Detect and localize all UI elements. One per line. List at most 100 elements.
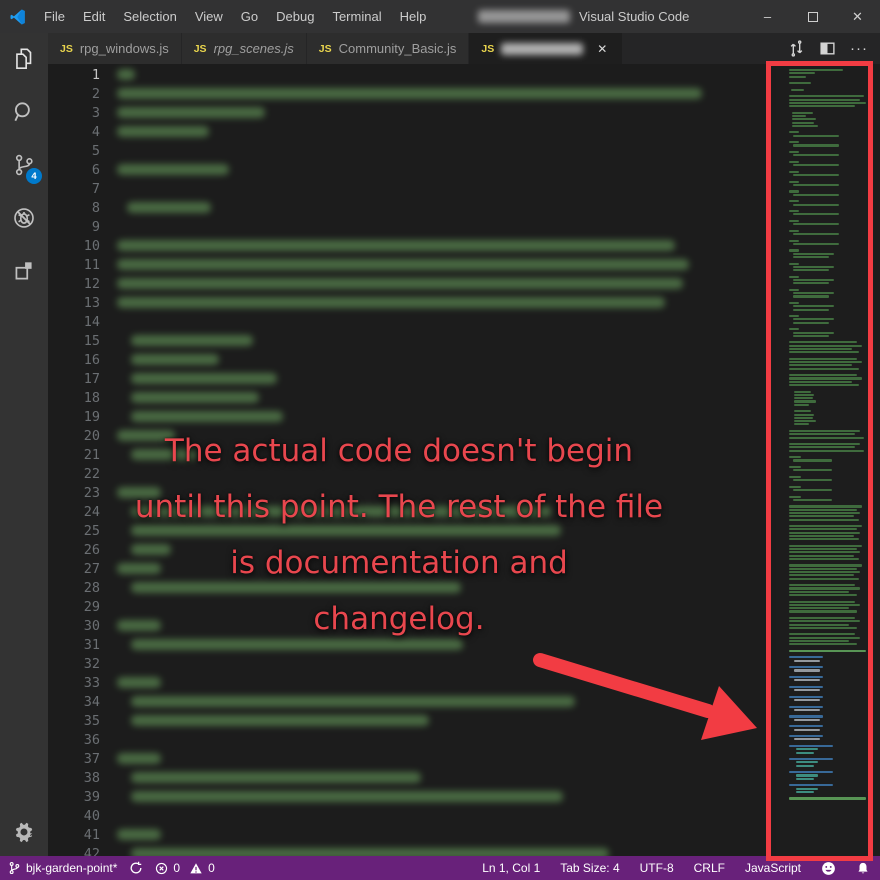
manage-settings-button[interactable]: [0, 820, 48, 844]
code-line-38: 38: [48, 768, 776, 787]
git-branch-status[interactable]: bjk-garden-point*: [8, 861, 117, 875]
search-icon: [11, 99, 37, 125]
minimap-line: [789, 676, 823, 678]
code-line-8: 8: [48, 198, 776, 217]
menu-terminal[interactable]: Terminal: [323, 0, 390, 33]
tab-rpg_windows.js[interactable]: JSrpg_windows.js: [48, 33, 181, 64]
minimap-line: [789, 374, 857, 376]
sync-button[interactable]: [129, 861, 143, 875]
menu-debug[interactable]: Debug: [267, 0, 323, 33]
javascript-file-icon: JS: [319, 43, 332, 55]
tab-Community_Basic.js[interactable]: JSCommunity_Basic.js: [307, 33, 469, 64]
minimap-line: [789, 381, 852, 383]
redacted-code: [117, 259, 689, 270]
menu-file[interactable]: File: [35, 0, 74, 33]
minimize-button[interactable]: –: [745, 0, 790, 33]
minimap-line: [789, 797, 866, 799]
code-line-33: 33: [48, 673, 776, 692]
cursor-position[interactable]: Ln 1, Col 1: [482, 861, 540, 875]
git-branch-icon: [8, 861, 21, 875]
code-line-9: 9: [48, 217, 776, 236]
sidebar-item-debug[interactable]: [0, 205, 48, 231]
minimap-line: [789, 341, 857, 343]
minimap[interactable]: [776, 64, 880, 856]
minimap-line: [796, 791, 815, 793]
minimap-line: [789, 482, 874, 484]
minimap-line: [793, 332, 834, 334]
indentation-setting[interactable]: Tab Size: 4: [560, 861, 619, 875]
minimap-line: [789, 584, 855, 586]
language-mode[interactable]: JavaScript: [745, 861, 801, 875]
minimap-line: [789, 683, 874, 685]
window-controls: – ✕: [745, 0, 880, 33]
minimap-line: [789, 102, 866, 104]
toggle-changes-icon[interactable]: [788, 40, 805, 57]
code-line-17: 17: [48, 369, 776, 388]
minimap-line: [789, 620, 860, 622]
tab-rpg_scenes.js[interactable]: JSrpg_scenes.js: [182, 33, 306, 64]
minimap-line: [789, 542, 874, 544]
code-line-2: 2: [48, 84, 776, 103]
redacted-code: [117, 69, 135, 80]
redacted-code: [117, 240, 675, 251]
minimap-line: [789, 240, 799, 242]
notifications-bell-icon[interactable]: [856, 861, 870, 876]
menu-help[interactable]: Help: [391, 0, 436, 33]
end-of-line-setting[interactable]: CRLF: [694, 861, 725, 875]
minimap-line: [793, 335, 829, 337]
minimap-line: [789, 587, 860, 589]
sidebar-item-search[interactable]: [0, 99, 48, 125]
line-number: 12: [48, 276, 100, 292]
close-button[interactable]: ✕: [835, 0, 880, 33]
split-editor-icon[interactable]: [819, 40, 836, 57]
minimap-line: [789, 217, 874, 219]
minimap-line: [793, 282, 829, 284]
code-line-1: 1: [48, 65, 776, 84]
menu-selection[interactable]: Selection: [114, 0, 185, 33]
menu-go[interactable]: Go: [232, 0, 267, 33]
problems-status[interactable]: 0 0: [155, 861, 214, 875]
sidebar-item-explorer[interactable]: [0, 46, 48, 72]
minimap-line: [789, 430, 860, 432]
tab-label: rpg_windows.js: [80, 41, 169, 56]
minimap-line: [793, 269, 829, 271]
line-number: 14: [48, 314, 100, 330]
line-number: 34: [48, 694, 100, 710]
minimap-line: [789, 663, 874, 665]
redacted-code: [131, 392, 259, 403]
minimap-line: [789, 437, 864, 439]
minimap-line: [789, 138, 874, 140]
menu-edit[interactable]: Edit: [74, 0, 114, 33]
line-content: [117, 278, 776, 289]
minimap-line: [789, 732, 874, 734]
menu-view[interactable]: View: [186, 0, 232, 33]
more-actions-icon[interactable]: ···: [850, 44, 868, 54]
minimap-line: [793, 154, 839, 156]
minimap-line: [789, 286, 874, 288]
minimap-line: [789, 666, 823, 668]
maximize-button[interactable]: [790, 0, 835, 33]
minimap-line: [793, 184, 839, 186]
line-number: 18: [48, 390, 100, 406]
feedback-smiley-icon[interactable]: [821, 861, 836, 876]
line-number: 35: [48, 713, 100, 729]
sidebar-item-extensions[interactable]: [0, 258, 48, 284]
sidebar-item-source-control[interactable]: 4: [0, 152, 48, 178]
minimap-line: [789, 227, 874, 229]
minimap-line: [789, 263, 799, 265]
minimap-line: [789, 637, 860, 639]
minimap-line: [793, 223, 839, 225]
minimap-line: [789, 131, 799, 133]
annotation-line: changelog.: [28, 591, 770, 647]
tab-redacted-file[interactable]: JS✕: [469, 33, 622, 64]
minimap-line: [796, 778, 815, 780]
minimap-line: [789, 338, 874, 340]
minimap-line: [792, 122, 814, 124]
minimap-line: [789, 181, 799, 183]
file-encoding[interactable]: UTF-8: [640, 861, 674, 875]
line-number: 40: [48, 808, 100, 824]
minimap-line: [792, 125, 818, 127]
line-content: [117, 791, 776, 802]
minimap-line: [789, 384, 859, 386]
close-icon[interactable]: ✕: [594, 41, 610, 57]
